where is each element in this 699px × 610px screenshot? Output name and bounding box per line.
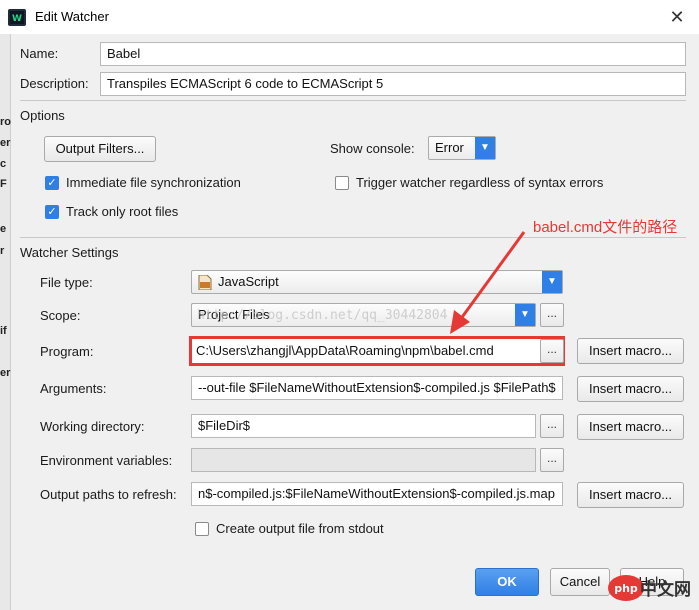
show-console-label: Show console: — [330, 141, 415, 156]
show-console-dropdown[interactable]: Error ▼ — [428, 136, 496, 160]
watcher-settings-section-label: Watcher Settings — [20, 245, 119, 260]
background-glyph: er — [0, 137, 11, 149]
background-glyph: r — [0, 245, 5, 257]
background-glyph: er — [0, 367, 11, 379]
separator — [20, 237, 686, 238]
name-label: Name: — [20, 46, 59, 61]
ok-button[interactable]: OK — [475, 568, 539, 596]
working-directory-field[interactable]: $FileDir$ — [191, 414, 536, 438]
track-root-checkbox[interactable]: ✓ — [45, 205, 59, 219]
background-glyph: F — [0, 178, 7, 190]
description-label: Description: — [20, 76, 89, 91]
show-console-value: Error — [435, 140, 464, 155]
program-browse-button[interactable]: ... — [540, 339, 564, 363]
file-type-label: File type: — [40, 275, 93, 290]
working-directory-insert-macro-button[interactable]: Insert macro... — [577, 414, 684, 440]
output-paths-insert-macro-button[interactable]: Insert macro... — [577, 482, 684, 508]
working-directory-label: Working directory: — [40, 419, 145, 434]
output-filters-button[interactable]: Output Filters... — [44, 136, 156, 162]
close-icon[interactable]: ✕ — [664, 4, 690, 30]
annotation-arrow-icon — [450, 231, 526, 334]
scope-label: Scope: — [40, 308, 81, 323]
environment-variables-field[interactable] — [191, 448, 536, 472]
program-label: Program: — [40, 344, 94, 359]
environment-variables-browse-button[interactable]: ... — [540, 448, 564, 472]
create-output-label: Create output file from stdout — [216, 521, 384, 536]
name-field[interactable]: Babel — [100, 42, 686, 66]
arguments-label: Arguments: — [40, 381, 107, 396]
arguments-insert-macro-button[interactable]: Insert macro... — [577, 376, 684, 402]
cancel-button[interactable]: Cancel — [550, 568, 610, 596]
svg-text:W: W — [12, 14, 22, 24]
php-badge-text: 中文网 — [640, 580, 691, 599]
description-field[interactable]: Transpiles ECMAScript 6 code to ECMAScri… — [100, 72, 686, 96]
background-glyph: e — [0, 223, 7, 235]
trigger-watcher-checkbox[interactable] — [335, 176, 349, 190]
scope-browse-button[interactable]: ... — [540, 303, 564, 327]
immediate-sync-checkbox[interactable]: ✓ — [45, 176, 59, 190]
output-paths-label: Output paths to refresh: — [40, 487, 177, 502]
program-field: C:\Users\zhangjl\AppData\Roaming\npm\bab… — [196, 343, 494, 358]
background-glyph: if — [0, 325, 7, 337]
file-type-value: JavaScript — [218, 274, 279, 289]
js-file-icon — [198, 275, 212, 290]
create-output-checkbox[interactable] — [195, 522, 209, 536]
options-section-label: Options — [20, 108, 65, 123]
window-title: Edit Watcher — [35, 9, 109, 24]
background-glyph: ro — [0, 116, 11, 128]
environment-variables-label: Environment variables: — [40, 453, 173, 468]
dropdown-arrow-icon: ▼ — [475, 137, 495, 159]
program-insert-macro-button[interactable]: Insert macro... — [577, 338, 684, 364]
track-root-label: Track only root files — [66, 204, 179, 219]
immediate-sync-label: Immediate file synchronization — [66, 175, 241, 190]
output-paths-field[interactable]: n$-compiled.js:$FileNameWithoutExtension… — [191, 482, 563, 506]
working-directory-browse-button[interactable]: ... — [540, 414, 564, 438]
watermark: http://blog.csdn.net/qq_30442804 — [197, 308, 448, 323]
separator — [20, 100, 686, 101]
trigger-watcher-label: Trigger watcher regardless of syntax err… — [356, 175, 604, 190]
webstorm-app-icon: W — [8, 9, 26, 26]
annotation-text: babel.cmd文件的路径 — [533, 219, 678, 236]
program-field-highlight[interactable]: C:\Users\zhangjl\AppData\Roaming\npm\bab… — [189, 336, 565, 366]
dropdown-arrow-icon: ▼ — [542, 271, 562, 293]
arguments-field[interactable]: --out-file $FileNameWithoutExtension$-co… — [191, 376, 563, 400]
background-glyph: c — [0, 158, 7, 170]
php-logo-text: php — [614, 582, 638, 595]
